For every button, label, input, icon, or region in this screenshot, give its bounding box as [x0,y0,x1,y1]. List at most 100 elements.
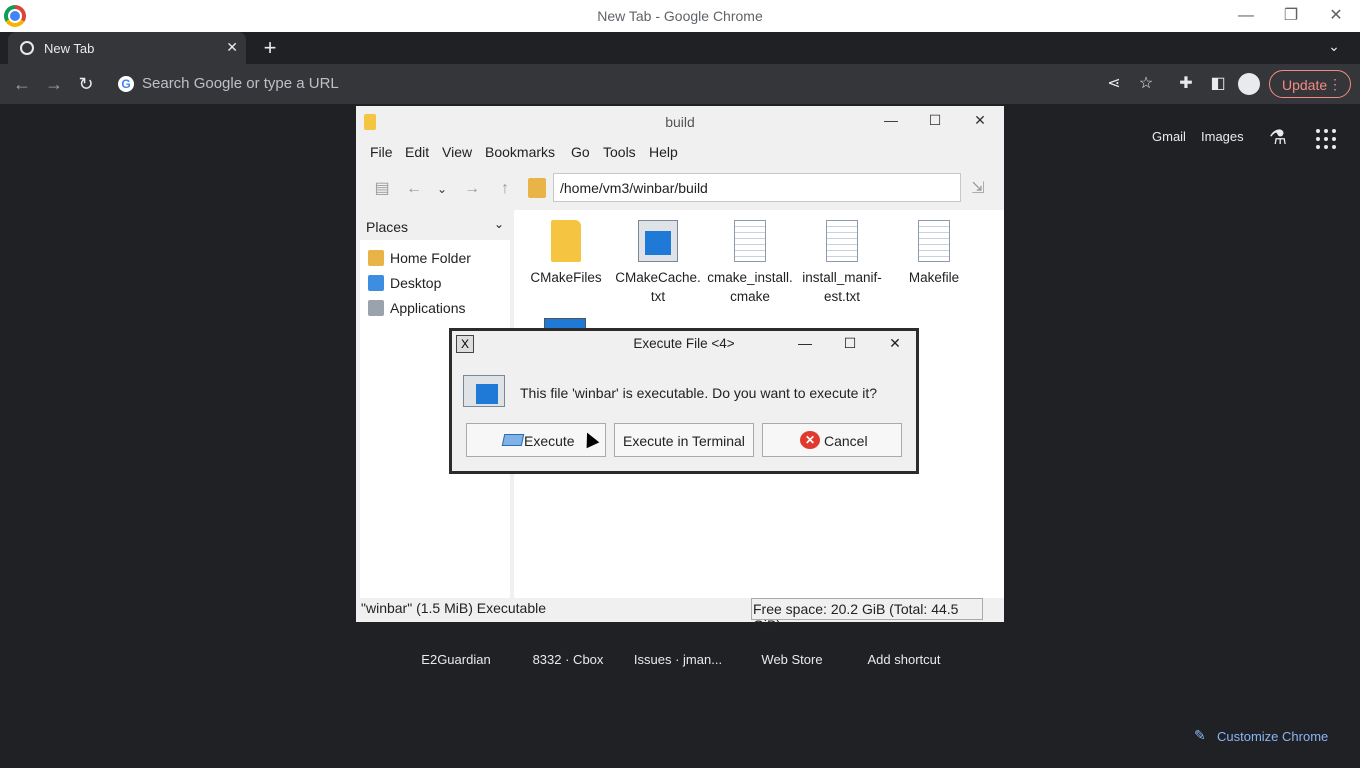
restore-icon[interactable]: ❐ [1277,4,1305,28]
dialog-minimize-icon[interactable]: — [793,335,817,355]
profile-avatar-icon[interactable] [1238,73,1260,95]
update-button[interactable]: Update ⋮ [1269,70,1351,98]
shortcut-add[interactable]: Add shortcut [849,652,959,667]
home-folder-icon [528,178,546,198]
places-header-label: Places [366,219,409,235]
file-name: CMakeCache. txt [615,270,701,304]
file-item[interactable]: install_manif- est.txt [796,220,888,306]
omnibox-placeholder: Search Google or type a URL [142,75,339,92]
menu-view[interactable]: View [442,144,472,160]
fm-maximize-icon[interactable]: ☐ [923,112,947,132]
customize-label: Customize Chrome [1217,729,1329,744]
cancel-button[interactable]: ✕ Cancel [762,423,902,457]
folder-icon [551,220,581,262]
google-g-icon: G [118,76,134,92]
sidebar-item-home-folder[interactable]: Home Folder [362,246,508,270]
folder-icon [364,114,376,130]
execute-icon [501,434,525,446]
customize-chrome-button[interactable]: ✎ Customize Chrome [1180,720,1340,752]
google-apps-grid-icon[interactable] [1314,125,1338,149]
shortcut-cbox[interactable]: 8332 · Cbox [513,652,623,667]
cancel-icon: ✕ [800,431,820,449]
menu-file[interactable]: File [370,144,393,160]
status-free-space: Free space: 20.2 GiB (Total: 44.5 GiB) [751,598,983,633]
dialog-message: This file 'winbar' is executable. Do you… [520,385,878,401]
history-chevron-icon[interactable]: ⌄ [431,178,453,200]
sidebar-item-desktop[interactable]: Desktop [362,271,508,295]
fm-forward-icon[interactable]: → [461,178,483,200]
shortcut-web-store[interactable]: Web Store [737,652,847,667]
menu-go[interactable]: Go [571,144,590,160]
pencil-icon: ✎ [1194,727,1206,743]
menu-edit[interactable]: Edit [405,144,429,160]
window-title: New Tab - Google Chrome [597,8,763,24]
x-app-icon: X [456,335,474,353]
close-icon[interactable]: ✕ [1322,4,1350,28]
execute-in-terminal-label: Execute in Terminal [623,433,745,449]
images-link[interactable]: Images [1201,129,1244,144]
status-bar: "winbar" (1.5 MiB) Executable Free space… [356,598,1004,633]
fm-close-icon[interactable]: ✕ [968,112,992,132]
tab-close-icon[interactable]: ✕ [226,39,238,56]
back-arrow-icon[interactable]: ← [10,72,34,96]
gmail-link[interactable]: Gmail [1152,129,1186,144]
applications-icon [368,300,384,316]
omnibox[interactable]: G Search Google or type a URL [108,68,1108,100]
tab-new-tab[interactable]: New Tab ✕ [8,32,246,64]
extensions-puzzle-icon[interactable]: ✚ [1174,72,1198,96]
executable-window-icon [638,220,678,262]
executable-window-icon [463,375,505,407]
menu-bookmarks[interactable]: Bookmarks [485,144,555,160]
dialog-body: This file 'winbar' is executable. Do you… [452,359,916,471]
file-name: cmake_install. cmake [707,270,793,304]
text-file-icon [918,220,950,262]
new-window-icon[interactable]: ▤ [371,178,393,200]
chrome-title-bar: New Tab - Google Chrome — ❐ ✕ [0,0,1360,32]
bookmark-star-icon[interactable]: ☆ [1134,72,1158,96]
file-item[interactable]: cmake_install. cmake [704,220,796,306]
dialog-close-icon[interactable]: ✕ [883,335,907,355]
path-value: /home/vm3/winbar/build [560,180,708,196]
fm-back-icon[interactable]: ← [403,178,425,200]
sidebar-item-applications[interactable]: Applications [362,296,508,320]
places-header[interactable]: Places ⌄ [360,210,510,240]
execute-in-terminal-button[interactable]: Execute in Terminal [614,423,754,457]
chrome-tab-icon [20,41,34,55]
share-icon[interactable]: ⋖ [1102,72,1126,96]
desktop-icon [368,275,384,291]
file-name: install_manif- est.txt [802,270,882,304]
home-folder-icon [368,250,384,266]
tab-search-chevron-icon[interactable]: ⌄ [1324,38,1344,58]
file-name: CMakeFiles [530,270,602,285]
sidebar-item-label: Home Folder [390,250,471,266]
status-selection: "winbar" (1.5 MiB) Executable [361,600,547,616]
reload-icon[interactable]: ↻ [74,72,98,96]
go-arrow-icon[interactable]: ⇲ [967,178,989,200]
file-item[interactable]: CMakeFiles [520,220,612,287]
shortcut-e2guardian[interactable]: E2Guardian [401,652,511,667]
file-item[interactable]: Makefile [888,220,980,287]
kebab-menu-icon: ⋮ [1328,76,1342,92]
execute-file-dialog: Execute File <4> X — ☐ ✕ This file 'winb… [449,328,919,474]
text-file-icon [826,220,858,262]
menu-tools[interactable]: Tools [603,144,636,160]
fm-minimize-icon[interactable]: — [879,112,903,132]
menu-help[interactable]: Help [649,144,678,160]
dialog-maximize-icon[interactable]: ☐ [838,335,862,355]
cancel-label: Cancel [824,433,868,449]
chevron-down-icon: ⌄ [493,217,504,231]
new-tab-plus-icon[interactable]: + [258,36,282,60]
path-input[interactable]: /home/vm3/winbar/build [553,173,961,202]
labs-flask-icon[interactable]: ⚗ [1266,125,1290,149]
file-manager-title: build [356,106,1004,138]
tab-label: New Tab [44,41,95,56]
sidebar-item-label: Desktop [390,275,442,291]
update-label: Update [1282,77,1328,93]
fm-up-icon[interactable]: ↑ [494,178,516,200]
forward-arrow-icon[interactable]: → [42,72,66,96]
minimize-icon[interactable]: — [1232,4,1260,28]
side-panel-icon[interactable]: ◧ [1206,72,1230,96]
shortcut-issues[interactable]: Issues · jman... [623,652,733,667]
winbar-executable-icon[interactable] [544,318,586,328]
file-item[interactable]: CMakeCache. txt [612,220,704,306]
